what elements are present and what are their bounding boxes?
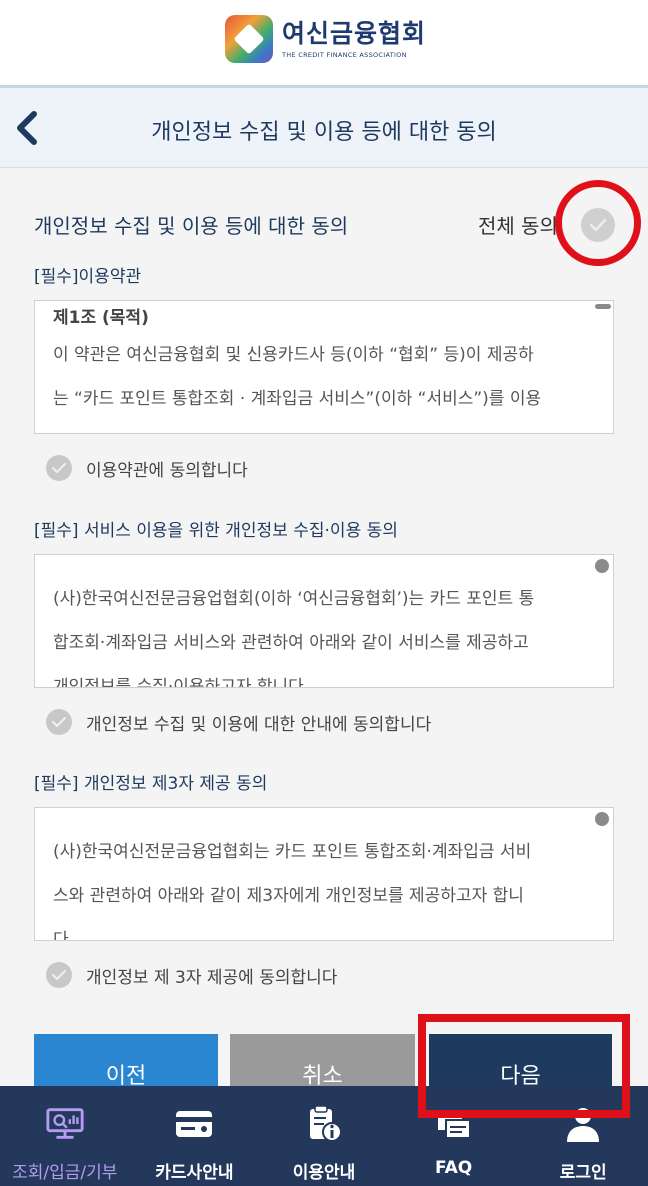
third-party-line: (사)한국여신전문금융업협회는 카드 포인트 통합조회·계좌입금 서비 xyxy=(53,842,532,862)
logo-name: 여신금융협회 xyxy=(282,19,427,48)
nav-label: 이용안내 xyxy=(292,1163,356,1183)
faq-icon xyxy=(437,1112,471,1139)
scrollbar-thumb[interactable] xyxy=(595,559,609,573)
nav-item-inquiry[interactable]: 조회/입금/기부 xyxy=(0,1086,130,1186)
third-party-line: 스와 관련하여 아래와 같이 제3자에게 개인정보를 제공하고자 합니 xyxy=(53,886,524,906)
nav-label: 조회/입금/기부 xyxy=(12,1163,118,1183)
inquiry-monitor-icon xyxy=(46,1108,84,1139)
nav-item-guide[interactable]: 이용안내 xyxy=(259,1086,389,1186)
bottom-nav: 조회/입금/기부 카드사안내 이용안내 FAQ 로그인 xyxy=(0,1086,648,1186)
terms-agree-check[interactable] xyxy=(46,455,72,481)
association-logo[interactable]: 여신금융협회 THE CREDIT FINANCE ASSOCIATION xyxy=(225,15,426,63)
check-icon xyxy=(589,218,607,232)
logo-mark-icon xyxy=(225,15,273,63)
nav-item-login[interactable]: 로그인 xyxy=(518,1086,648,1186)
nav-label: 로그인 xyxy=(559,1163,607,1183)
privacy-collection-line: (사)한국여신전문금융업협회(이하 ‘여신금융협회’)는 카드 포인트 통 xyxy=(53,589,535,609)
credit-card-icon xyxy=(176,1111,213,1137)
terms-agree-label: 이용약관에 동의합니다 xyxy=(86,460,248,481)
terms-scroll-box[interactable]: 제1조 (목적) 이 약관은 여신금융협회 및 신용카드사 등(이하 “협회” … xyxy=(34,300,614,434)
all-agree-label: 전체 동의 xyxy=(478,214,558,238)
clipboard-info-icon xyxy=(309,1105,342,1142)
terms-agree-checkbox[interactable]: 이용약관에 동의합니다 xyxy=(46,455,248,481)
scrollbar-thumb[interactable] xyxy=(595,812,609,826)
privacy-collection-agree-check[interactable] xyxy=(46,709,72,735)
third-party-scroll-box[interactable]: (사)한국여신전문금융업협회는 카드 포인트 통합조회·계좌입금 서비 스와 관… xyxy=(34,807,614,941)
page-title: 개인정보 수집 및 이용 등에 대한 동의 xyxy=(151,120,497,145)
privacy-collection-agree-label: 개인정보 수집 및 이용에 대한 안내에 동의합니다 xyxy=(86,714,432,735)
third-party-section-title: [필수] 개인정보 제3자 제공 동의 xyxy=(34,774,268,794)
user-icon xyxy=(567,1108,600,1142)
third-party-agree-checkbox[interactable]: 개인정보 제 3자 제공에 동의합니다 xyxy=(46,962,337,988)
scrollbar-thumb[interactable] xyxy=(595,304,611,309)
app-header: 여신금융협회 THE CREDIT FINANCE ASSOCIATION xyxy=(0,0,648,88)
privacy-collection-section-title: [필수] 서비스 이용을 위한 개인정보 수집·이용 동의 xyxy=(34,521,398,541)
logo-subtitle: THE CREDIT FINANCE ASSOCIATION xyxy=(282,51,407,59)
all-agree-checkbox[interactable] xyxy=(581,208,615,242)
title-bar: 개인정보 수집 및 이용 등에 대한 동의 xyxy=(0,88,648,168)
privacy-collection-line: 합조회·계좌입금 서비스와 관련하여 아래와 같이 서비스를 제공하고 xyxy=(53,633,529,653)
nav-label: 카드사안내 xyxy=(155,1163,234,1183)
terms-section-title: [필수]이용약관 xyxy=(34,267,142,287)
privacy-collection-line: 개인정보를 수집·이용하고자 합니다 xyxy=(53,677,304,688)
third-party-agree-label: 개인정보 제 3자 제공에 동의합니다 xyxy=(86,967,338,988)
third-party-line: 다. xyxy=(53,930,75,941)
check-icon xyxy=(51,969,67,981)
terms-line: 는 “카드 포인트 통합조회 · 계좌입금 서비스”(이하 “서비스”)를 이용 xyxy=(53,389,542,409)
terms-line: 이 약관은 여신금융협회 및 신용카드사 등(이하 “협회” 등)이 제공하 xyxy=(53,345,534,365)
nav-item-card-companies[interactable]: 카드사안내 xyxy=(130,1086,260,1186)
check-icon xyxy=(51,462,67,474)
privacy-collection-scroll-box[interactable]: (사)한국여신전문금융업협회(이하 ‘여신금융협회’)는 카드 포인트 통 합조… xyxy=(34,554,614,688)
nav-label: FAQ xyxy=(434,1158,473,1178)
terms-article-heading: 제1조 (목적) xyxy=(53,308,149,328)
third-party-agree-check[interactable] xyxy=(46,962,72,988)
privacy-collection-agree-checkbox[interactable]: 개인정보 수집 및 이용에 대한 안내에 동의합니다 xyxy=(46,709,431,735)
check-icon xyxy=(51,716,67,728)
nav-item-faq[interactable]: FAQ xyxy=(389,1086,519,1186)
consent-heading: 개인정보 수집 및 이용 등에 대한 동의 xyxy=(34,214,349,238)
